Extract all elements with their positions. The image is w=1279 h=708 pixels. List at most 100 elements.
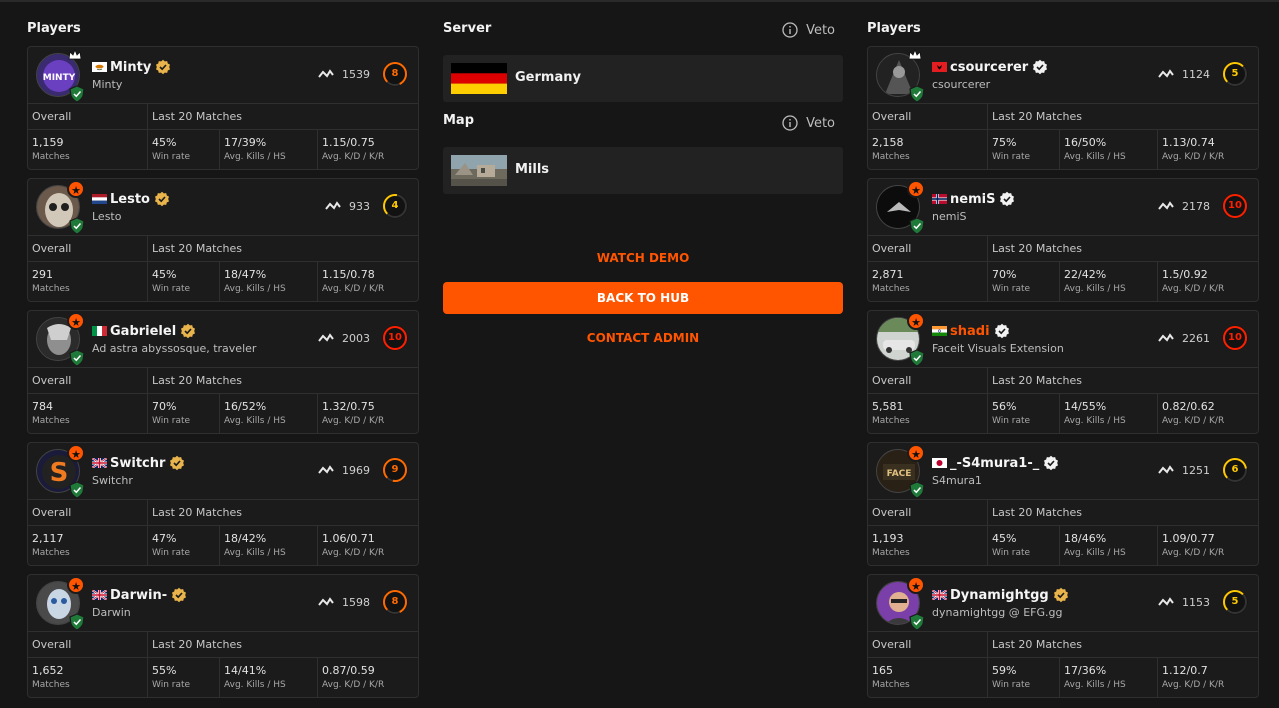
stat-value: 14/41% — [224, 664, 267, 677]
stat-label: Win rate — [152, 284, 191, 294]
player-card[interactable]: MINTY Minty Minty 1539 8 Overall Last 20 Match… — [27, 46, 419, 170]
player-card[interactable]: csourcerer csourcerer 1124 5 Overall Last 20 … — [867, 46, 1259, 170]
stat-value: 1.13/0.74 — [1162, 136, 1215, 149]
overall-label: Overall — [32, 110, 72, 123]
shield-icon — [909, 217, 925, 235]
map-veto-button[interactable]: Veto — [782, 115, 835, 131]
player-name[interactable]: Darwin- — [110, 588, 167, 603]
stat-label: Avg. Kills / HS — [224, 416, 286, 426]
stat-value: 1.06/0.71 — [322, 532, 375, 545]
player-card[interactable]: ★ Dynamightgg dynamightgg @ EFG.gg 1153 5 Ove… — [867, 574, 1259, 698]
stat-label: Matches — [872, 416, 910, 426]
player-card[interactable]: ★ Darwin- Darwin 1598 8 Overall Last 20 Matche… — [27, 574, 419, 698]
stats-row: 1,193 Matches 45% Win rate 18/46% Avg. Kills … — [868, 525, 1258, 565]
player-name[interactable]: Dynamightgg — [950, 588, 1049, 603]
skill-level-value: 5 — [1231, 68, 1239, 79]
server-selection: Germany — [443, 55, 843, 102]
stat-value: 1.15/0.78 — [322, 268, 375, 281]
player-avatar[interactable]: ★ — [876, 180, 925, 235]
player-name[interactable]: Gabrielel — [110, 324, 176, 339]
elo-value: 1598 — [342, 595, 370, 609]
stat-value: 22/42% — [1064, 268, 1107, 281]
player-avatar[interactable]: FACE ★ — [876, 444, 925, 499]
last-20-matches-label: Last 20 Matches — [992, 374, 1082, 387]
stat-cell: 18/42% Avg. Kills / HS — [220, 526, 318, 565]
player-name[interactable]: _-S4mura1-_ — [950, 456, 1039, 471]
stat-cell: 0.87/0.59 Avg. K/D / K/R — [318, 658, 418, 697]
player-card-header: ★ Gabrielel Ad astra abyssosque, traveler 2… — [28, 311, 418, 367]
stat-label: Avg. K/D / K/R — [1162, 548, 1225, 558]
player-avatar[interactable]: S ★ — [36, 444, 85, 499]
watch-demo-button[interactable]: WATCH DEMO — [443, 251, 843, 265]
stat-label: Matches — [872, 152, 910, 162]
stat-value: 1.09/0.77 — [1162, 532, 1215, 545]
player-nickname: nemiS — [932, 210, 967, 223]
player-card[interactable]: ★ Lesto Lesto 933 4 Overall Last 20 Matches 291… — [27, 178, 419, 302]
skill-level-badge: 10 — [382, 325, 408, 351]
player-avatar[interactable]: MINTY — [36, 49, 85, 103]
stat-label: Avg. Kills / HS — [1064, 152, 1126, 162]
stat-cell: 1.13/0.74 Avg. K/D / K/R — [1158, 130, 1258, 169]
skill-level-value: 10 — [1228, 200, 1242, 211]
stat-cell: 55% Win rate — [148, 658, 220, 697]
player-name[interactable]: Switchr — [110, 456, 165, 471]
player-name[interactable]: nemiS — [950, 192, 995, 207]
player-nickname: S4mura1 — [932, 474, 982, 487]
stats-divider — [987, 500, 988, 526]
last-20-matches-label: Last 20 Matches — [992, 506, 1082, 519]
player-nickname: Lesto — [92, 210, 122, 223]
server-veto-button[interactable]: Veto — [782, 22, 835, 38]
stat-cell: 2,158 Matches — [868, 130, 988, 169]
player-name-row: Dynamightgg — [932, 586, 1069, 604]
stat-cell: 1.15/0.78 Avg. K/D / K/R — [318, 262, 418, 301]
skill-level-badge: 6 — [1222, 457, 1248, 483]
player-name[interactable]: Lesto — [110, 192, 150, 207]
stat-cell: 14/55% Avg. Kills / HS — [1060, 394, 1158, 433]
player-name[interactable]: csourcerer — [950, 60, 1028, 75]
overall-label: Overall — [32, 638, 72, 651]
player-avatar[interactable]: ★ — [876, 312, 925, 367]
player-card[interactable]: ★ Gabrielel Ad astra abyssosque, traveler 2… — [27, 310, 419, 434]
contact-admin-button[interactable]: CONTACT ADMIN — [443, 331, 843, 345]
stat-cell: 1.09/0.77 Avg. K/D / K/R — [1158, 526, 1258, 565]
overall-label: Overall — [872, 242, 912, 255]
player-name[interactable]: shadi — [950, 324, 990, 339]
player-name-row: Darwin- — [92, 586, 187, 604]
player-avatar[interactable] — [876, 49, 925, 103]
back-to-hub-button[interactable]: BACK TO HUB — [443, 282, 843, 314]
svg-text:MINTY: MINTY — [43, 73, 76, 83]
stat-label: Matches — [32, 416, 70, 426]
player-name-row: Minty — [92, 58, 171, 76]
map-title: Map — [443, 113, 475, 128]
top-divider — [0, 0, 1279, 2]
skill-level-badge: 9 — [382, 457, 408, 483]
svg-text:FACE: FACE — [887, 469, 912, 479]
stats-row: 1,159 Matches 45% Win rate 17/39% Avg. Kills … — [28, 129, 418, 169]
player-avatar[interactable]: ★ — [36, 576, 85, 631]
player-card[interactable]: ★ shadi Faceit Visuals Extension 2261 10 Over… — [867, 310, 1259, 434]
stat-value: 59% — [992, 664, 1017, 677]
skill-level-badge: 5 — [1222, 589, 1248, 615]
stat-value: 18/47% — [224, 268, 267, 281]
player-avatar[interactable]: ★ — [876, 576, 925, 631]
info-icon — [782, 115, 798, 131]
player-card[interactable]: FACE ★ _-S4mura1-_ S4mura1 1251 6 Overall Last … — [867, 442, 1259, 566]
player-card[interactable]: ★ nemiS nemiS 2178 10 Overall Last 20 Matches 2… — [867, 178, 1259, 302]
player-card-header: ★ Darwin- Darwin 1598 8 — [28, 575, 418, 631]
player-avatar[interactable]: ★ — [36, 180, 85, 235]
stat-cell: 2,117 Matches — [28, 526, 148, 565]
elo-trend-icon — [1158, 597, 1174, 606]
shield-icon — [69, 217, 85, 235]
overall-label: Overall — [872, 374, 912, 387]
star-badge-icon: ★ — [67, 576, 85, 594]
player-card[interactable]: S ★ Switchr Switchr 1969 9 Overall Last 20 Matc… — [27, 442, 419, 566]
star-badge-icon: ★ — [907, 312, 925, 330]
stat-value: 1.12/0.7 — [1162, 664, 1208, 677]
stat-label: Win rate — [152, 152, 191, 162]
player-name[interactable]: Minty — [110, 60, 151, 75]
skill-level-value: 9 — [391, 464, 399, 475]
player-nickname: Switchr — [92, 474, 133, 487]
elo-display: 2261 10 — [1158, 325, 1248, 351]
stat-label: Matches — [872, 548, 910, 558]
player-avatar[interactable]: ★ — [36, 312, 85, 367]
